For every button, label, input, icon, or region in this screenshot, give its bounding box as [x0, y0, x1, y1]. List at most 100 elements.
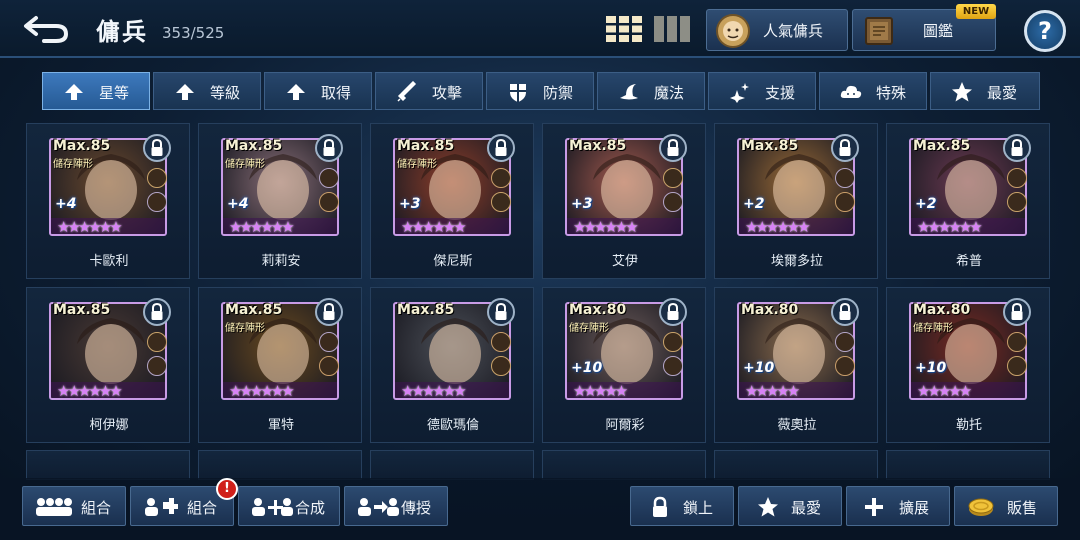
mercenary-card[interactable]: Max.85 +2 ★★★★★★ 希普: [886, 123, 1050, 279]
tab-attack[interactable]: 攻擊: [375, 72, 483, 110]
party-icon: [36, 498, 72, 516]
enhance-level: +3: [571, 196, 593, 212]
sell-button[interactable]: 販售: [954, 486, 1058, 526]
alert-badge: !: [216, 478, 238, 500]
mercenary-name: 埃爾多拉: [770, 254, 823, 269]
mercenary-name: 柯伊娜: [89, 418, 129, 433]
page-title: 傭兵: [96, 18, 148, 46]
list-view-button[interactable]: [654, 16, 690, 42]
tab-special[interactable]: 特殊: [819, 72, 927, 110]
tab-label: 星等: [99, 84, 130, 102]
lock-icon: [323, 138, 335, 156]
tab-star-grade[interactable]: 星等: [42, 72, 150, 110]
max-level-label: Max.80: [569, 302, 627, 318]
trait-badge-icon: [147, 168, 167, 188]
tab-favorite[interactable]: 最愛: [930, 72, 1040, 110]
trait-badge-icon: [835, 356, 855, 376]
trait-badge-icon: [491, 356, 511, 376]
expand-button[interactable]: 擴展: [846, 486, 950, 526]
lock-toggle[interactable]: [831, 134, 859, 162]
trait-badge-icon: [663, 192, 683, 212]
lock-toggle[interactable]: [659, 298, 687, 326]
tab-defense[interactable]: 防禦: [486, 72, 594, 110]
trait-badge-icon: [663, 168, 683, 188]
lock-toggle[interactable]: [315, 298, 343, 326]
mercenary-name: 勒托: [955, 418, 982, 433]
mercenary-card[interactable]: Max.85 儲存陣形 +4 ★★★★★★ 莉莉安: [198, 123, 362, 279]
lock-toggle[interactable]: [1003, 298, 1031, 326]
trait-badge-icon: [835, 168, 855, 188]
max-level-label: Max.85: [397, 138, 455, 154]
grid-view-icon: [606, 16, 642, 42]
card-partial[interactable]: [714, 450, 878, 480]
tab-label: 最愛: [987, 84, 1018, 102]
mercenary-card[interactable]: Max.80 +10 ★★★★★ 薇奧拉: [714, 287, 878, 443]
grid-view-button[interactable]: [606, 16, 642, 42]
tab-label: 取得: [321, 84, 352, 102]
tab-level[interactable]: 等級: [153, 72, 261, 110]
star-rating: ★★★★★★: [229, 382, 295, 400]
mercenary-count: 353/525: [162, 24, 225, 42]
star-rating: ★★★★★★: [573, 218, 639, 236]
lock-icon: [323, 302, 335, 320]
lock-toggle[interactable]: [1003, 134, 1031, 162]
saved-formation-label: 儲存陣形: [397, 159, 437, 170]
synthesis-button[interactable]: 合成: [238, 486, 340, 526]
favorite-button[interactable]: 最愛: [738, 486, 842, 526]
lock-toggle[interactable]: [487, 134, 515, 162]
lock-icon: [667, 302, 679, 320]
trait-badge-icon: [1007, 192, 1027, 212]
mercenary-card[interactable]: Max.85 儲存陣形 +3 ★★★★★★ 傑尼斯: [370, 123, 534, 279]
card-partial[interactable]: [26, 450, 190, 480]
help-button[interactable]: ?: [1024, 10, 1066, 52]
mercenary-card[interactable]: Max.80 儲存陣形 +10 ★★★★★ 勒托: [886, 287, 1050, 443]
lock-label: 鎖上: [683, 499, 714, 517]
transfer-label: 傳授: [401, 499, 432, 517]
lock-icon: [1011, 302, 1023, 320]
trait-badge-icon: [147, 192, 167, 212]
card-partial[interactable]: [370, 450, 534, 480]
star-rating: ★★★★★★: [57, 218, 123, 236]
tab-magic[interactable]: 魔法: [597, 72, 705, 110]
lock-toggle[interactable]: [143, 298, 171, 326]
popular-mercenary-button[interactable]: 人氣傭兵: [706, 9, 848, 51]
max-level-label: Max.85: [225, 138, 283, 154]
sparkle-icon: [730, 83, 749, 103]
star-rating: ★★★★★★: [57, 382, 123, 400]
tab-support[interactable]: 支援: [708, 72, 816, 110]
mercenary-name: 艾伊: [611, 254, 638, 269]
mercenary-card[interactable]: Max.85 儲存陣形 ★★★★★★ 軍特: [198, 287, 362, 443]
lock-toggle[interactable]: [143, 134, 171, 162]
enhance-level: +4: [55, 196, 77, 212]
lock-button[interactable]: 鎖上: [630, 486, 734, 526]
card-partial[interactable]: [542, 450, 706, 480]
transfer-button[interactable]: 傳授: [344, 486, 448, 526]
cloud-icon: [840, 85, 862, 98]
enhance-level: +10: [743, 360, 775, 376]
card-partial[interactable]: [886, 450, 1050, 480]
max-level-label: Max.85: [53, 138, 111, 154]
lock-icon: [1011, 138, 1023, 156]
lock-toggle[interactable]: [315, 134, 343, 162]
mercenary-card[interactable]: Max.85 +2 ★★★★★★ 埃爾多拉: [714, 123, 878, 279]
back-button[interactable]: [22, 10, 74, 46]
lock-toggle[interactable]: [487, 298, 515, 326]
trait-badge-icon: [491, 168, 511, 188]
lock-toggle[interactable]: [659, 134, 687, 162]
saved-formation-label: 儲存陣形: [225, 323, 265, 334]
enhance-level: +4: [227, 196, 249, 212]
plus-icon: [865, 498, 883, 516]
tab-acquired[interactable]: 取得: [264, 72, 372, 110]
mercenary-card[interactable]: Max.85 ★★★★★★ 德歐瑪倫: [370, 287, 534, 443]
mercenary-card[interactable]: Max.80 儲存陣形 +10 ★★★★★ 阿爾彩: [542, 287, 706, 443]
trait-badge-icon: [1007, 332, 1027, 352]
mercenary-face-icon: [716, 14, 750, 48]
mercenary-card[interactable]: Max.85 +3 ★★★★★★ 艾伊: [542, 123, 706, 279]
star-rating: ★★★★★: [917, 382, 972, 400]
mercenary-card[interactable]: Max.85 ★★★★★★ 柯伊娜: [26, 287, 190, 443]
gold-coin-icon: [968, 498, 994, 516]
mercenary-card[interactable]: Max.85 儲存陣形 +4 ★★★★★★ 卡歐利: [26, 123, 190, 279]
lock-toggle[interactable]: [831, 298, 859, 326]
card-partial[interactable]: [198, 450, 362, 480]
formation-button[interactable]: 組合: [22, 486, 126, 526]
